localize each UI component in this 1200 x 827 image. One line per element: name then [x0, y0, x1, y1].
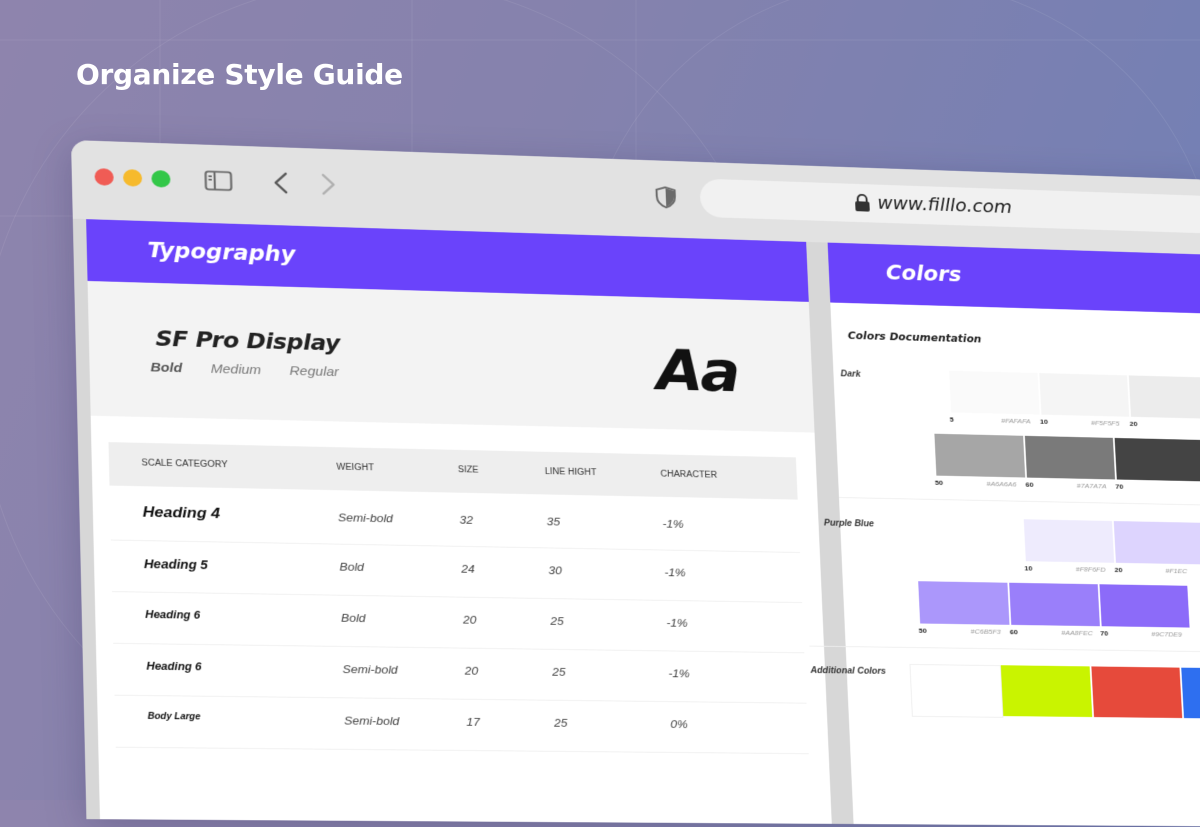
back-arrow-icon[interactable] [272, 171, 291, 195]
swatch-number: 5 [950, 416, 954, 424]
close-window-button[interactable] [94, 168, 113, 186]
group-label-purple-blue: Purple Blue [824, 519, 874, 529]
swatch-hex: #FAFAFA [1001, 417, 1031, 425]
row-size: 17 [466, 715, 480, 728]
header-scale-category: SCALE CATEGORY [141, 458, 228, 469]
header-line-height: LINE HIGHT [545, 467, 597, 477]
swatch-number: 50 [919, 627, 927, 635]
row-line-height: 25 [550, 614, 564, 627]
swatch-number: 60 [1025, 481, 1033, 489]
row-scale-name: Heading 6 [145, 608, 200, 621]
table-row: Body Large Semi-bold 17 25 0% [114, 696, 808, 755]
row-character: -1% [664, 566, 686, 579]
row-weight: Semi-bold [342, 663, 398, 677]
colors-header-bar: Colors [828, 243, 1200, 316]
swatch-number: 50 [935, 479, 943, 487]
typography-title: Typography [147, 238, 295, 266]
header-size: SIZE [458, 465, 479, 475]
page-headline: Organize Style Guide [76, 58, 403, 91]
font-family-name: SF Pro Display [155, 326, 340, 356]
weight-bold: Bold [150, 360, 182, 375]
address-bar[interactable]: www.filllo.com [699, 179, 1200, 235]
swatch-hex: #F5F5F5 [1091, 419, 1120, 427]
sidebar-toggle-icon[interactable] [204, 170, 233, 191]
row-scale-name: Heading 4 [142, 504, 220, 523]
swatch-dark-60[interactable] [1025, 436, 1115, 480]
table-row: Heading 6 Semi-bold 20 25 -1% [113, 644, 806, 704]
row-scale-name: Body Large [148, 712, 201, 722]
swatch-purple-70[interactable] [1099, 584, 1189, 627]
swatch-dark-10[interactable] [1039, 373, 1129, 417]
row-weight: Bold [341, 611, 366, 624]
swatch-hex: #A6A6A6 [986, 480, 1016, 488]
swatch-hex: #F8F6FD [1076, 565, 1106, 573]
row-character: -1% [666, 616, 688, 629]
swatch-number: 60 [1010, 628, 1018, 636]
colors-documentation-title: Colors Documentation [848, 330, 982, 345]
header-character: CHARACTER [660, 470, 717, 481]
weight-medium: Medium [211, 362, 262, 378]
font-weights-list: Bold Medium Regular [150, 360, 363, 380]
swatch-hex: #9C7DE9 [1151, 630, 1182, 638]
section-divider [839, 497, 1200, 507]
maximize-window-button[interactable] [151, 170, 170, 188]
row-size: 20 [464, 664, 478, 677]
swatch-purple-20[interactable] [1114, 521, 1200, 564]
row-size: 32 [459, 513, 473, 526]
swatch-number: 70 [1100, 630, 1108, 638]
group-label-dark: Dark [840, 370, 860, 380]
row-character: -1% [662, 517, 684, 530]
swatch-purple-60[interactable] [1009, 583, 1100, 626]
row-line-height: 25 [554, 716, 568, 729]
row-size: 24 [461, 562, 475, 575]
group-label-additional-colors: Additional Colors [810, 666, 886, 676]
row-weight: Semi-bold [344, 714, 400, 728]
swatch-dark-70[interactable] [1115, 438, 1200, 481]
type-scale-table: SCALE CATEGORY WEIGHT SIZE LINE HIGHT CH… [108, 442, 808, 754]
swatch-number: 70 [1115, 483, 1123, 491]
row-size: 20 [463, 613, 477, 626]
swatch-purple-10[interactable] [1024, 519, 1114, 563]
swatch-hex: #F1EC [1165, 567, 1187, 575]
row-line-height: 35 [546, 515, 560, 528]
minimize-window-button[interactable] [123, 169, 142, 187]
swatch-additional-red[interactable] [1091, 666, 1182, 718]
table-row: Heading 6 Bold 20 25 -1% [112, 592, 804, 653]
colors-panel: Colors Colors Documentation Dark 5 #FAFA… [828, 243, 1200, 827]
font-sample-glyph: Aa [655, 338, 739, 405]
row-line-height: 25 [552, 665, 566, 678]
swatch-hex: #7A7A7A [1077, 482, 1107, 490]
weight-regular: Regular [289, 364, 339, 380]
browser-window: www.filllo.com Typography SF Pro Display… [71, 140, 1200, 827]
swatch-additional-blue[interactable] [1181, 668, 1200, 719]
swatch-number: 20 [1114, 566, 1122, 574]
swatch-dark-50[interactable] [934, 434, 1025, 478]
swatch-hex: #AA8FEC [1061, 629, 1093, 637]
row-character: -1% [668, 667, 690, 680]
section-divider [809, 646, 1200, 654]
row-character: 0% [670, 718, 688, 731]
row-scale-name: Heading 5 [144, 557, 208, 572]
colors-title: Colors [885, 261, 961, 287]
row-scale-name: Heading 6 [146, 660, 201, 673]
row-weight: Semi-bold [338, 511, 393, 525]
row-line-height: 30 [548, 564, 562, 577]
swatch-additional-white[interactable] [909, 664, 1003, 718]
swatch-purple-50[interactable] [918, 581, 1009, 625]
font-preview: SF Pro Display Bold Medium Regular Aa [88, 281, 815, 433]
swatch-number: 20 [1129, 420, 1137, 428]
privacy-shield-icon[interactable] [655, 185, 678, 209]
swatch-hex: #C6B5F3 [970, 628, 1001, 636]
swatch-number: 10 [1040, 418, 1048, 426]
lock-icon [854, 194, 871, 213]
forward-arrow-icon[interactable] [318, 172, 337, 196]
swatch-dark-5[interactable] [949, 371, 1040, 415]
swatch-dark-20[interactable] [1129, 375, 1200, 418]
swatch-additional-lime[interactable] [1001, 665, 1092, 717]
row-weight: Bold [339, 560, 364, 573]
typography-panel: Typography SF Pro Display Bold Medium Re… [86, 219, 832, 826]
url-text: www.filllo.com [877, 193, 1012, 217]
swatch-number: 10 [1024, 565, 1032, 573]
header-weight: WEIGHT [336, 463, 374, 473]
